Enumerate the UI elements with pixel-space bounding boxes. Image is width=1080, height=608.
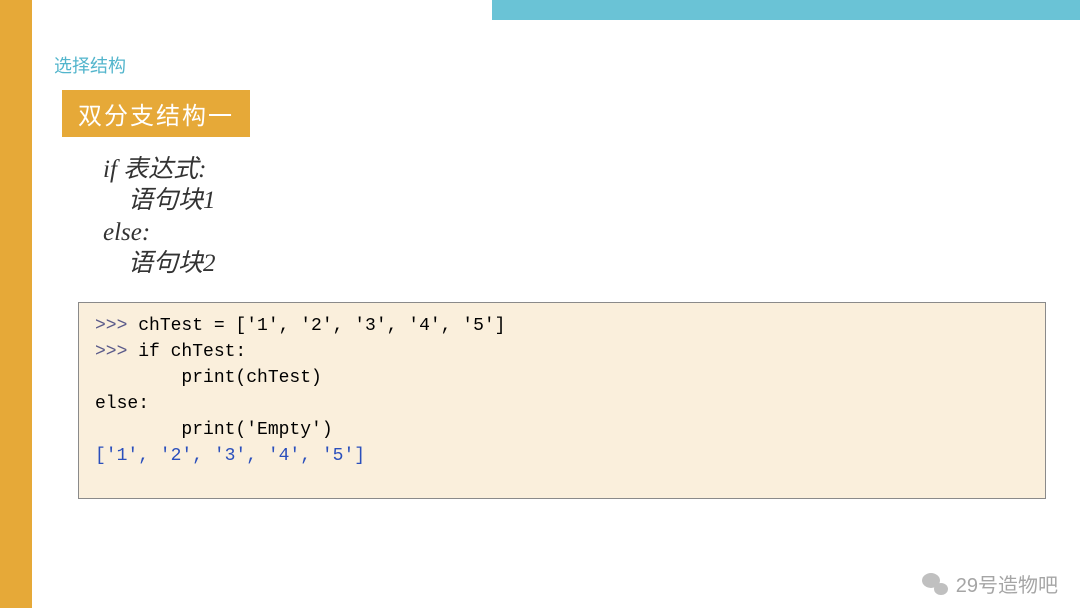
pseudo-line: else: <box>103 219 150 246</box>
section-title-box: 双分支结构一 <box>62 90 250 137</box>
page-title: 选择结构 <box>54 52 126 78</box>
wechat-icon <box>922 573 948 595</box>
top-border-decoration <box>492 0 1080 20</box>
code-output: ['1', '2', '3', '4', '5'] <box>95 443 1029 469</box>
code-line: >>> chTest = ['1', '2', '3', '4', '5'] <box>95 313 1029 339</box>
code-line: print('Empty') <box>95 417 1029 443</box>
pseudo-line: 语句块2 <box>103 250 216 277</box>
pseudo-line: if 表达式: <box>103 156 206 183</box>
code-text: if chTest: <box>138 342 246 362</box>
watermark: 29号造物吧 <box>922 569 1058 598</box>
code-example-panel: >>> chTest = ['1', '2', '3', '4', '5'] >… <box>78 302 1046 499</box>
code-text: print(chTest) <box>95 368 322 388</box>
code-line: >>> if chTest: <box>95 339 1029 365</box>
pseudocode-block: if 表达式: 语句块1 else: 语句块2 <box>103 154 216 279</box>
code-text: chTest = ['1', '2', '3', '4', '5'] <box>138 316 505 336</box>
code-line: else: <box>95 391 1029 417</box>
watermark-text: 29号造物吧 <box>956 569 1058 598</box>
code-text: else: <box>95 394 149 414</box>
pseudo-line: 语句块1 <box>103 187 216 214</box>
repl-prompt: >>> <box>95 316 138 336</box>
repl-prompt: >>> <box>95 342 138 362</box>
code-text: print('Empty') <box>95 420 333 440</box>
left-border-decoration <box>0 0 32 608</box>
code-line: print(chTest) <box>95 365 1029 391</box>
